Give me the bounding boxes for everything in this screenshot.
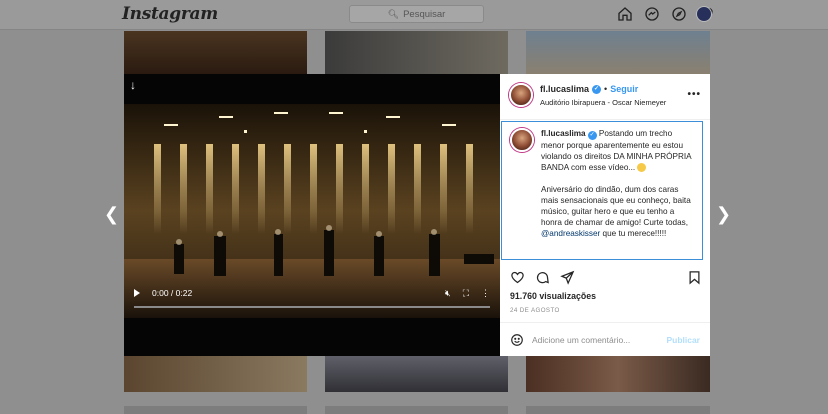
verified-badge-icon: ✓ — [592, 84, 602, 94]
separator-dot: • — [604, 84, 608, 94]
caption-mention[interactable]: @andreaskisser — [541, 229, 600, 238]
post-date[interactable]: 24 DE AGOSTO — [510, 307, 560, 314]
post-location[interactable]: Auditório Ibirapuera - Oscar Niemeyer — [540, 98, 666, 107]
more-options-icon[interactable]: ⋮ — [481, 288, 490, 299]
caption-avatar[interactable] — [510, 128, 534, 152]
post-actions — [510, 269, 702, 285]
caption-username[interactable]: fl.lucaslima — [541, 129, 586, 138]
more-options-icon[interactable]: ••• — [687, 89, 701, 100]
grid-tile[interactable] — [526, 356, 710, 392]
instagram-logo[interactable]: Instagram — [122, 4, 218, 24]
search-box[interactable]: 🔍︎ Pesquisar — [349, 5, 484, 23]
like-heart-icon[interactable] — [510, 270, 525, 285]
next-post-arrow-icon[interactable]: ❯ — [716, 204, 731, 225]
comment-icon[interactable] — [535, 270, 550, 285]
home-icon[interactable] — [617, 6, 633, 22]
video-player[interactable]: ↓ 0:00 / 0:22 🔇︎ ⛶ ⋮ — [124, 74, 500, 356]
publish-button[interactable]: Publicar — [666, 335, 700, 345]
download-arrow-icon[interactable]: ↓ — [130, 78, 136, 92]
author-avatar[interactable] — [509, 83, 533, 107]
caption-part-2: Aniversário do dindão, dum dos caras mai… — [541, 185, 691, 227]
caption-part-3: que tu merece!!!!! — [600, 229, 667, 238]
grid-tile[interactable] — [325, 31, 508, 74]
fullscreen-icon[interactable]: ⛶ — [463, 288, 469, 299]
post-detail-panel: fl.lucaslima ✓ • Seguir Auditório Ibirap… — [500, 74, 710, 356]
explore-icon[interactable] — [671, 6, 687, 22]
search-placeholder: Pesquisar — [403, 8, 446, 20]
video-time: 0:00 / 0:22 — [152, 288, 193, 298]
emoji-smile-icon[interactable] — [510, 333, 524, 347]
search-icon: 🔍︎ — [387, 8, 400, 19]
top-navigation: Instagram 🔍︎ Pesquisar — [0, 0, 828, 30]
grid-tile[interactable] — [325, 406, 508, 414]
video-progress-bar[interactable] — [134, 306, 490, 308]
comment-bar: Publicar — [500, 322, 710, 356]
post-header: fl.lucaslima ✓ • Seguir Auditório Ibirap… — [500, 74, 710, 120]
author-line: fl.lucaslima ✓ • Seguir — [540, 84, 638, 94]
follow-button[interactable]: Seguir — [610, 84, 638, 94]
verified-badge-icon: ✓ — [587, 131, 597, 140]
grid-tile[interactable] — [325, 356, 508, 392]
play-icon[interactable] — [134, 289, 140, 297]
grid-tile[interactable] — [124, 406, 307, 414]
mute-icon[interactable]: 🔇︎ — [445, 288, 451, 299]
caption-text: fl.lucaslima ✓ Postando um trecho menor p… — [541, 128, 696, 239]
grid-tile[interactable] — [124, 356, 307, 392]
previous-post-arrow-icon[interactable]: ❮ — [104, 204, 119, 225]
author-username[interactable]: fl.lucaslima — [540, 84, 589, 94]
caption-area[interactable]: fl.lucaslima ✓ Postando um trecho menor p… — [501, 121, 703, 260]
grimace-emoji-icon — [637, 163, 647, 173]
comment-input[interactable] — [532, 334, 667, 345]
profile-avatar[interactable] — [696, 6, 712, 22]
grid-tile[interactable] — [124, 31, 307, 74]
view-count[interactable]: 91.760 visualizações — [510, 291, 596, 301]
video-controls: 0:00 / 0:22 🔇︎ ⛶ ⋮ — [124, 280, 500, 306]
messenger-icon[interactable] — [644, 6, 660, 22]
grid-tile[interactable] — [526, 31, 710, 74]
bookmark-icon[interactable] — [687, 270, 702, 285]
grid-tile[interactable] — [526, 406, 710, 414]
share-icon[interactable] — [560, 270, 575, 285]
